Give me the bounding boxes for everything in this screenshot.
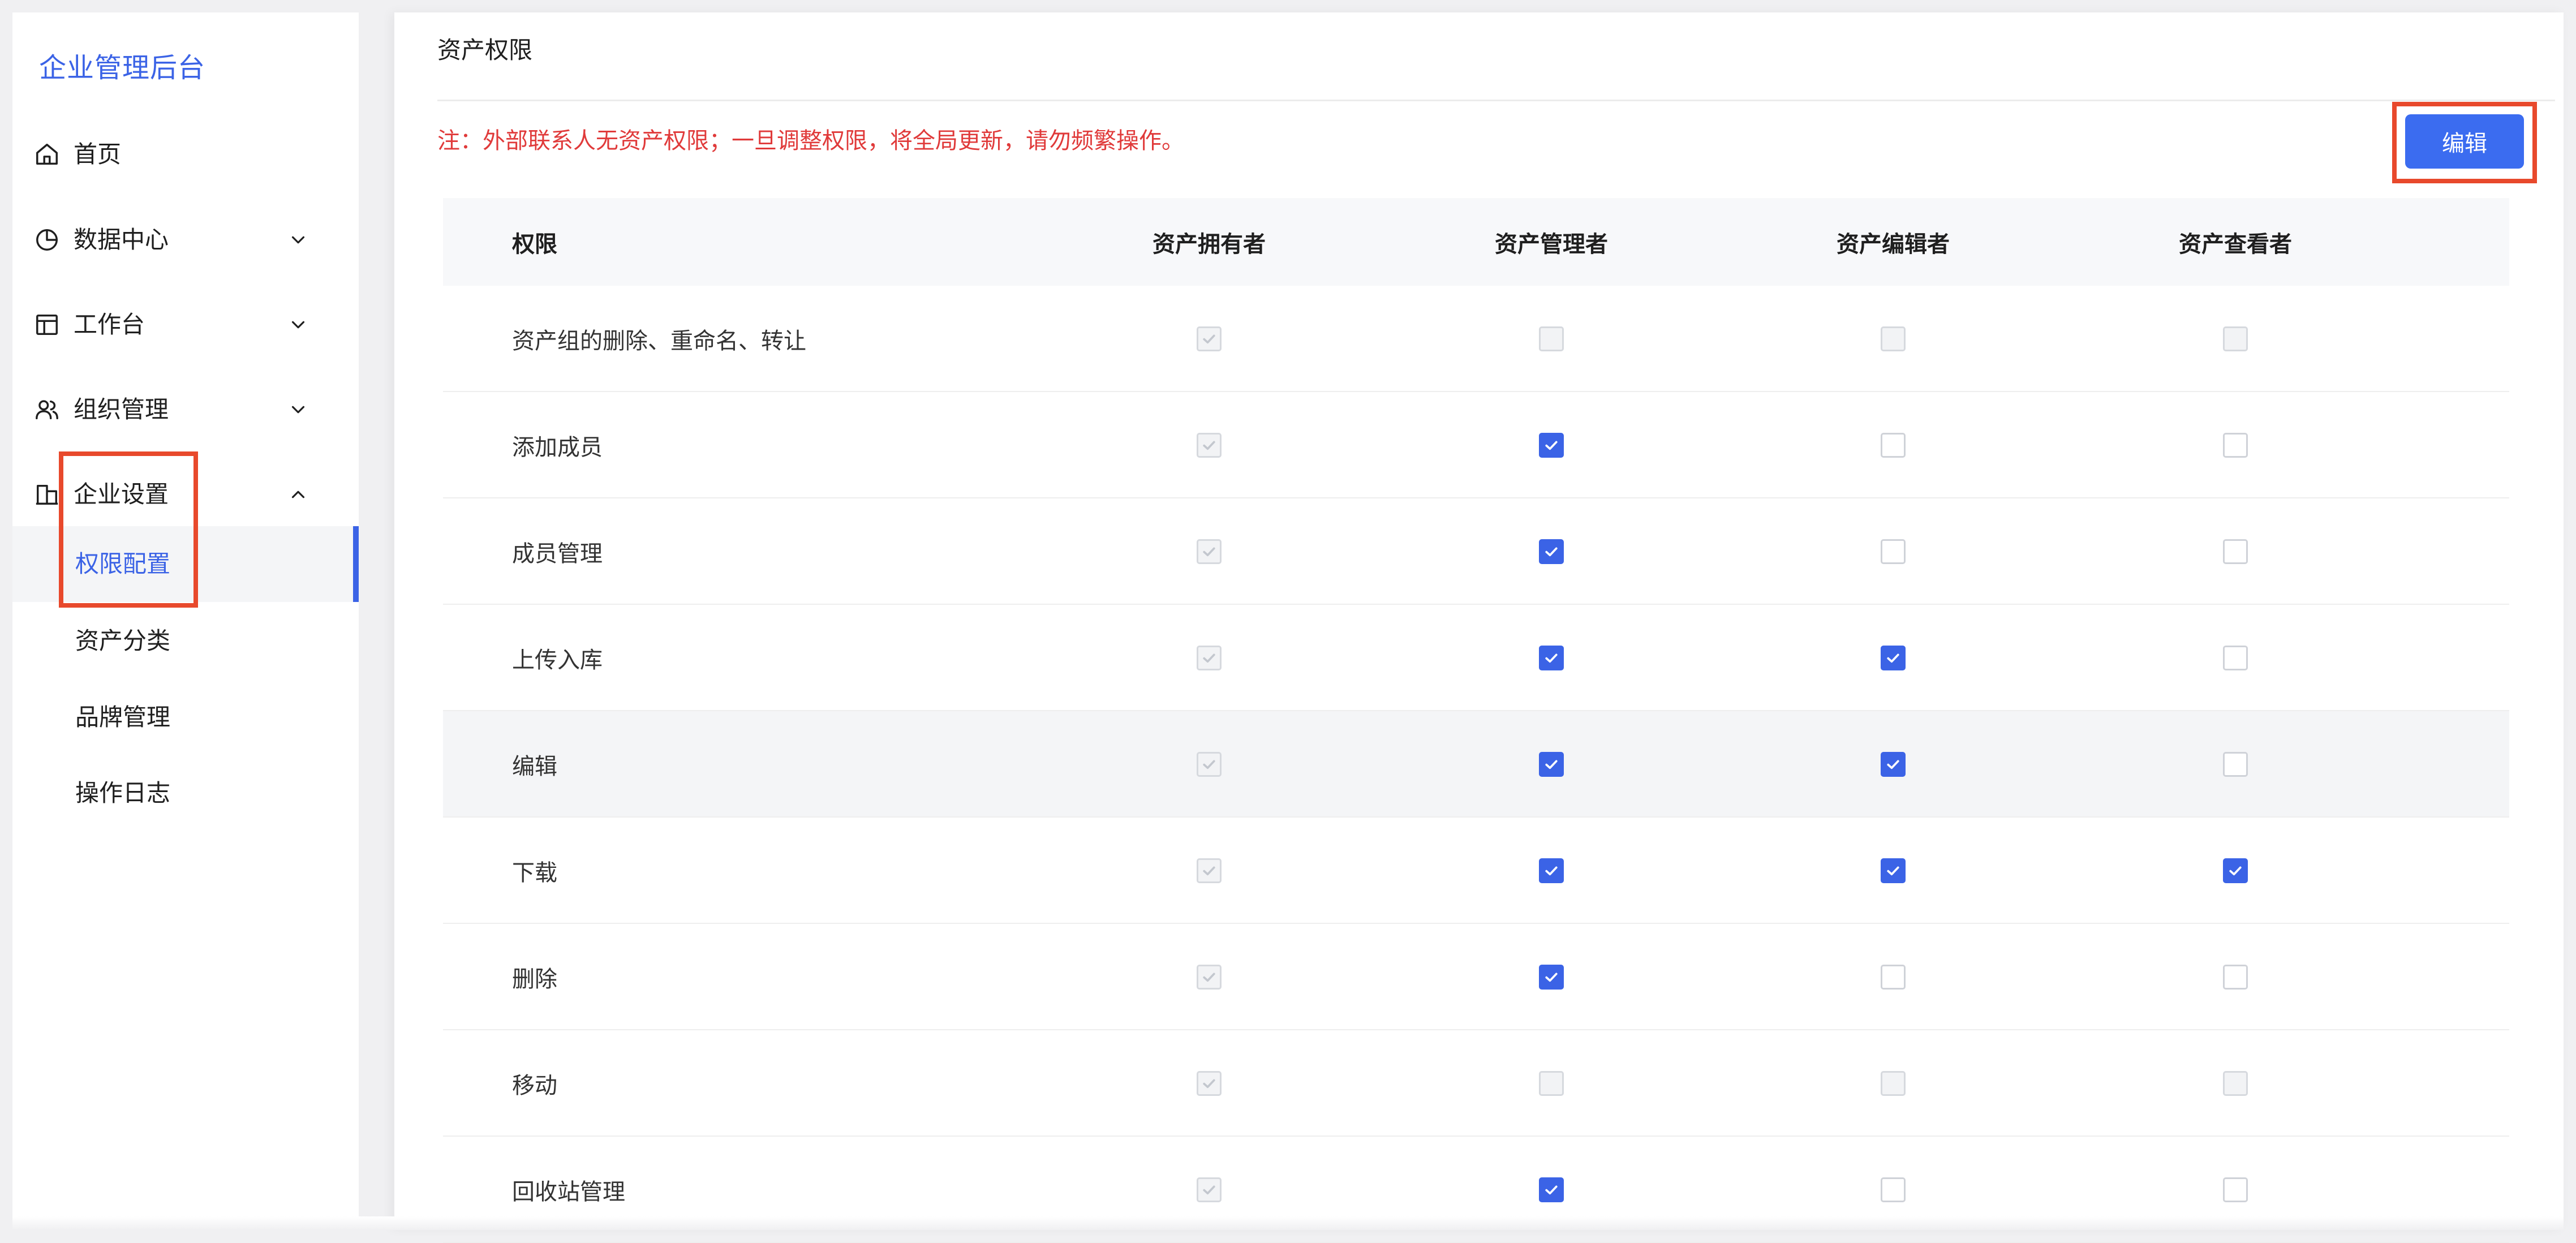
permission-checkbox [1197,539,1222,564]
permission-checkbox[interactable] [1539,539,1564,564]
bottom-edge [12,1216,2564,1230]
building-icon [34,481,60,507]
edit-button[interactable]: 编辑 [2405,114,2524,169]
permission-name: 成员管理 [512,541,603,567]
table-body: 资产组的删除、重命名、转让 添加成员 成员管理 上传入库 编辑 下载 删除 移动 回收站管理 [443,286,2509,1243]
permission-checkbox[interactable] [2223,858,2248,883]
column-header-editor: 资产编辑者 [1837,231,1950,257]
sidebar-item-home[interactable]: 首页 [12,123,359,186]
permission-name: 移动 [512,1073,557,1099]
permission-table: 权限 资产拥有者 资产管理者 资产编辑者 资产查看者 资产组的删除、重命名、转让… [443,198,2509,1243]
permission-checkbox [1197,858,1222,883]
table-row: 添加成员 [443,392,2509,498]
sidebar-item-organization[interactable]: 组织管理 [12,379,359,441]
sidebar-item-label: 企业设置 [74,480,169,508]
permission-checkbox[interactable] [1881,646,1906,670]
permission-checkbox[interactable] [1881,752,1906,777]
sidebar: 企业管理后台 首页 数据中心 工作台 组织管理 企业设置 权限配置 资产分类 品… [12,12,359,1229]
chevron-up-icon [287,484,309,505]
sidebar-subitem-operation-log[interactable]: 操作日志 [12,755,359,831]
sidebar-subitem-asset-category[interactable]: 资产分类 [12,603,359,679]
permission-checkbox[interactable] [1539,752,1564,777]
permission-checkbox [1881,1071,1906,1096]
sidebar-item-label: 数据中心 [74,226,169,253]
permission-checkbox [2223,326,2248,351]
column-header-manager: 资产管理者 [1495,231,1608,257]
permission-checkbox[interactable] [1881,965,1906,990]
pie-chart-icon [34,227,60,253]
permission-checkbox [1539,326,1564,351]
column-header-viewer: 资产查看者 [2179,231,2292,257]
table-row: 成员管理 [443,498,2509,605]
permission-checkbox[interactable] [2223,1177,2248,1202]
permission-checkbox[interactable] [2223,539,2248,564]
permission-checkbox[interactable] [2223,752,2248,777]
permission-checkbox[interactable] [1539,433,1564,458]
permission-checkbox [1197,1071,1222,1096]
sidebar-subitem-label: 权限配置 [75,550,171,578]
permission-checkbox [1539,1071,1564,1096]
permission-checkbox [1197,965,1222,990]
permission-name: 编辑 [512,754,557,780]
permission-checkbox[interactable] [1539,965,1564,990]
main-panel: 资产权限 注：外部联系人无资产权限；一旦调整权限，将全局更新，请勿频繁操作。 编… [394,12,2564,1243]
table-row: 编辑 [443,711,2509,818]
sidebar-item-label: 组织管理 [74,395,169,423]
permission-checkbox[interactable] [1881,433,1906,458]
permission-name: 添加成员 [512,435,603,461]
permission-checkbox[interactable] [2223,433,2248,458]
table-row: 删除 [443,924,2509,1030]
sidebar-subitem-label: 资产分类 [75,627,171,655]
permission-checkbox [1197,752,1222,777]
page-title: 资产权限 [437,36,533,64]
permission-checkbox[interactable] [1881,858,1906,883]
sidebar-item-workbench[interactable]: 工作台 [12,294,359,356]
permission-checkbox[interactable] [1539,646,1564,670]
permission-name: 资产组的删除、重命名、转让 [512,328,806,354]
permission-name: 下载 [512,860,557,886]
sidebar-item-label: 首页 [74,140,122,168]
permission-checkbox[interactable] [1881,539,1906,564]
table-row: 上传入库 [443,605,2509,711]
permission-checkbox [1197,646,1222,670]
table-header: 权限 资产拥有者 资产管理者 资产编辑者 资产查看者 [443,198,2509,286]
permission-name: 删除 [512,966,557,992]
sidebar-subitem-permission-config[interactable]: 权限配置 [12,526,359,602]
sidebar-item-data-center[interactable]: 数据中心 [12,209,359,271]
permission-checkbox [1197,1177,1222,1202]
permission-name: 上传入库 [512,647,603,673]
app-title: 企业管理后台 [39,52,206,84]
home-icon [34,141,60,167]
title-divider [437,100,2555,101]
active-indicator [353,526,359,602]
permission-checkbox[interactable] [1539,858,1564,883]
permission-checkbox[interactable] [1539,1177,1564,1202]
permission-checkbox[interactable] [2223,646,2248,670]
permission-checkbox[interactable] [1881,1177,1906,1202]
sidebar-subitem-label: 操作日志 [75,779,171,807]
permission-checkbox [1881,326,1906,351]
table-row: 资产组的删除、重命名、转让 [443,286,2509,392]
permission-checkbox [1197,326,1222,351]
users-icon [34,397,60,423]
permission-checkbox [1197,433,1222,458]
column-header-owner: 资产拥有者 [1152,231,1266,257]
layout-icon [34,312,60,338]
column-header-permission: 权限 [512,231,557,257]
sidebar-subitem-label: 品牌管理 [75,703,171,731]
chevron-down-icon [287,399,309,420]
sidebar-item-enterprise-settings[interactable]: 企业设置 [12,463,359,526]
chevron-down-icon [287,314,309,336]
sidebar-subitem-brand-management[interactable]: 品牌管理 [12,679,359,755]
table-row: 移动 [443,1030,2509,1137]
table-row: 下载 [443,818,2509,924]
chevron-down-icon [287,229,309,251]
sidebar-item-label: 工作台 [74,311,145,338]
permission-checkbox[interactable] [2223,965,2248,990]
notice-text: 注：外部联系人无资产权限；一旦调整权限，将全局更新，请勿频繁操作。 [437,128,1184,154]
permission-checkbox [2223,1071,2248,1096]
